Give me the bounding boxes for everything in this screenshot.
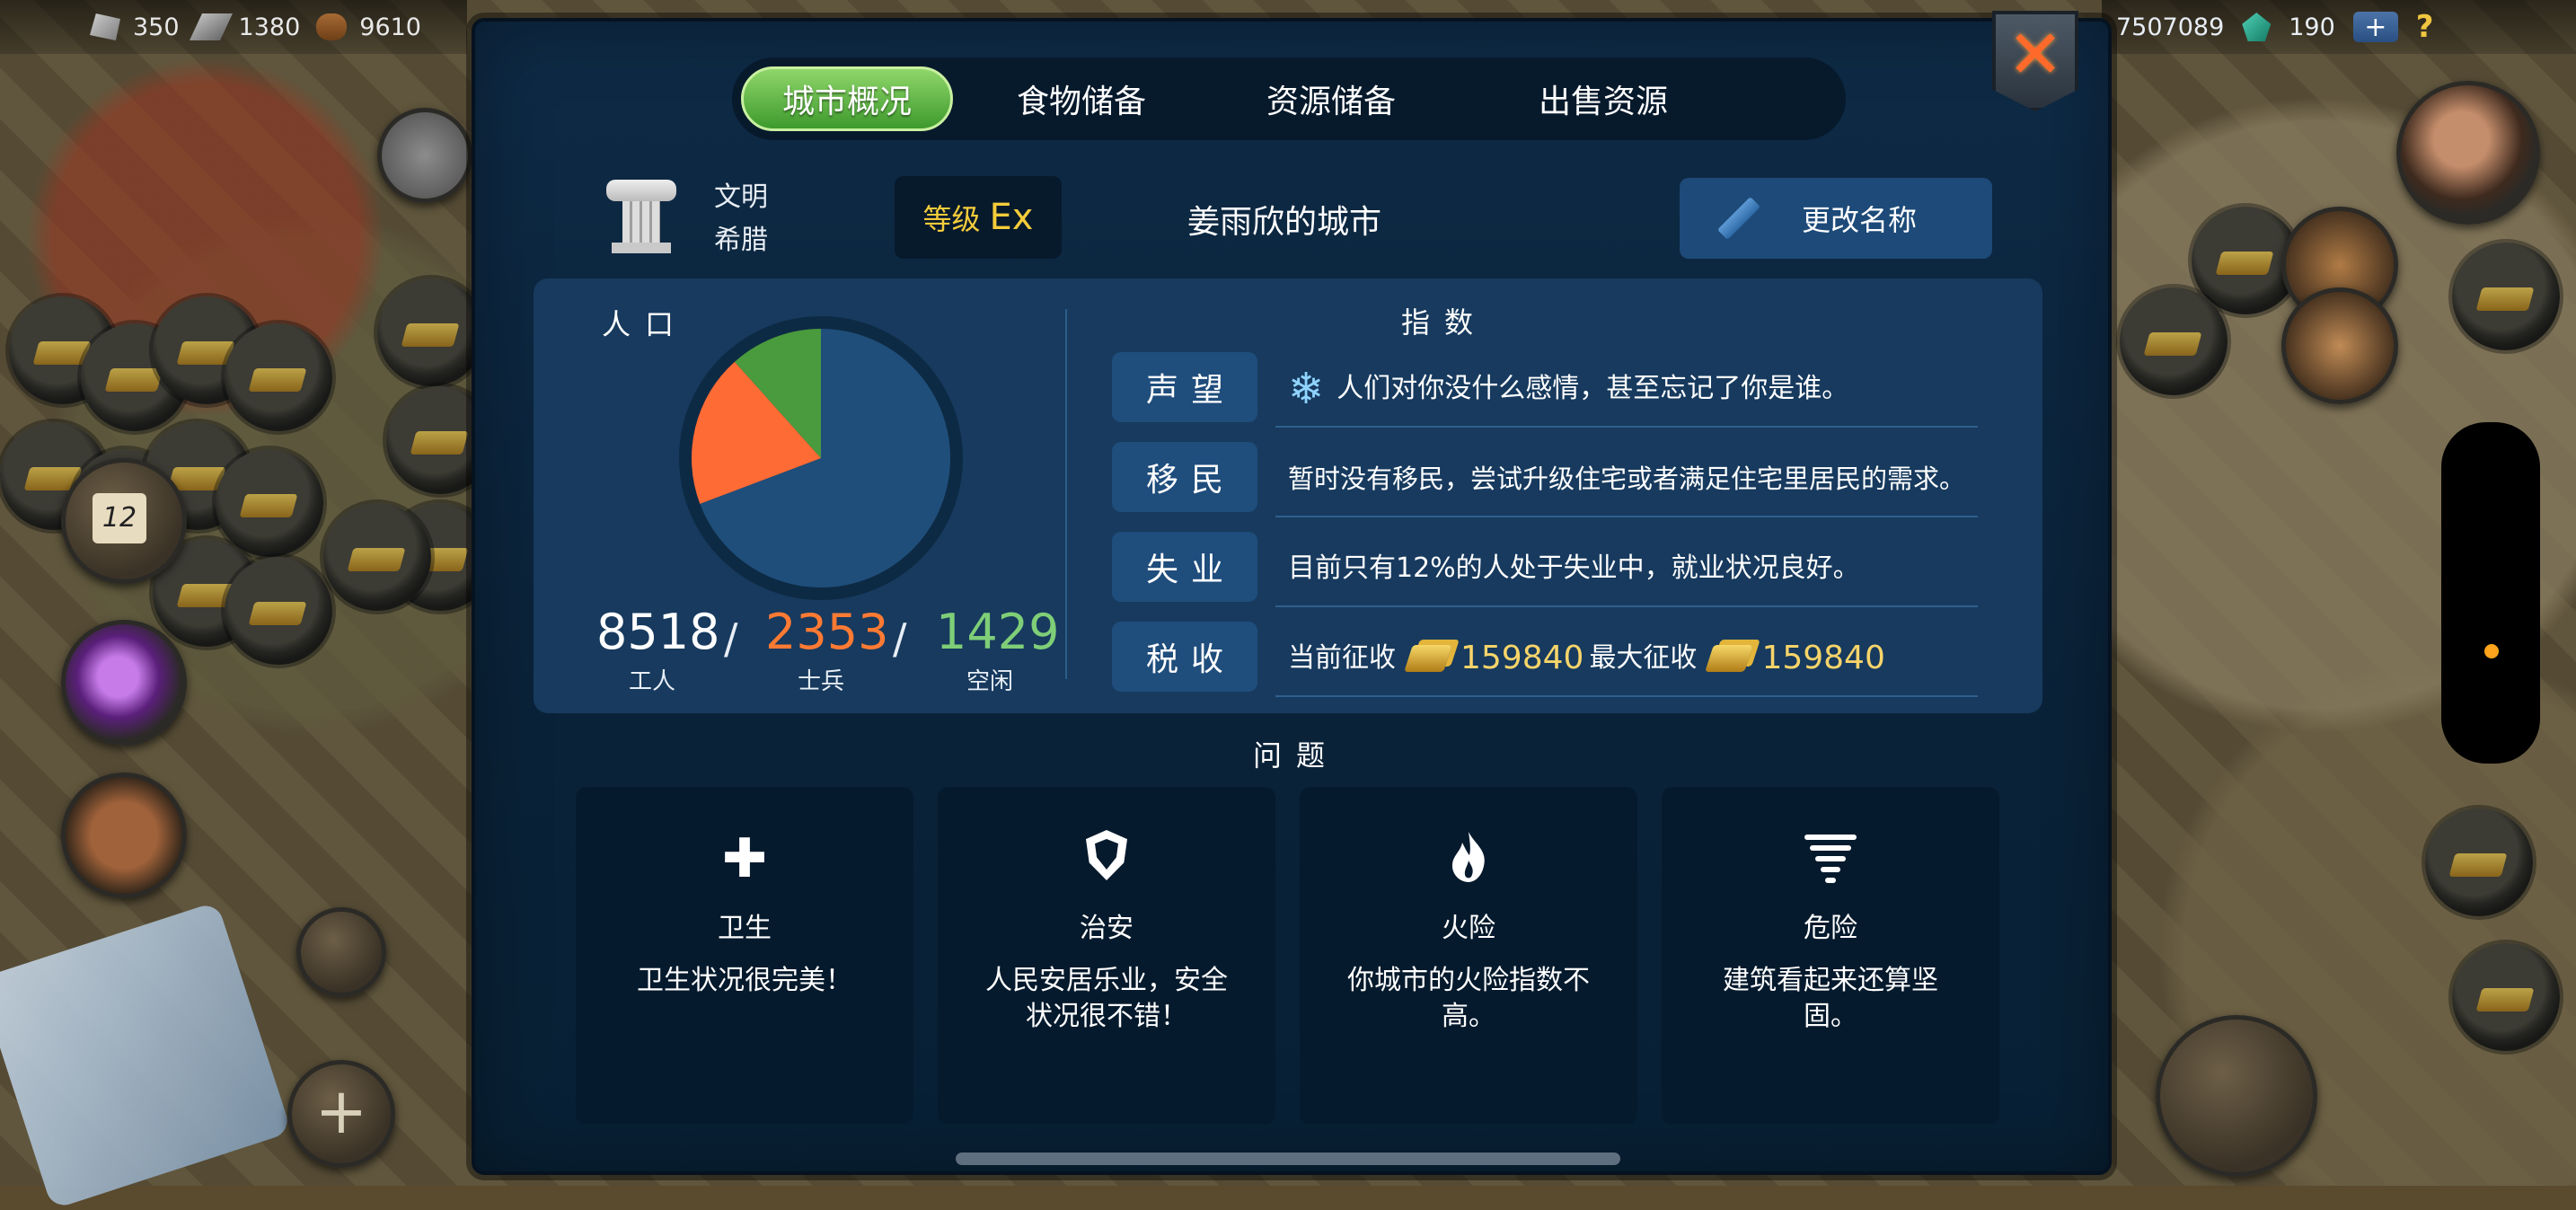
gold-count: 7507089 xyxy=(2116,13,2225,41)
population-pie-chart xyxy=(679,316,963,600)
shield-icon xyxy=(938,830,1275,888)
workers-count: 8518 xyxy=(596,604,720,660)
fire-icon xyxy=(1300,830,1637,888)
rename-label: 更改名称 xyxy=(1802,203,1918,237)
issue-card-sanitation: ✚ 卫生 卫生状况很完美！ xyxy=(576,787,913,1125)
rename-button[interactable]: 更改名称 xyxy=(1680,178,1992,259)
gold-bar-icon xyxy=(1705,645,1754,672)
wood-icon xyxy=(316,13,348,40)
calendar-button[interactable]: 12 xyxy=(61,458,187,584)
iron-resource: 1380 xyxy=(189,13,301,41)
iron-icon xyxy=(189,13,233,40)
close-x-icon: ✕ xyxy=(2007,16,2063,93)
magic-orb-button[interactable] xyxy=(61,620,187,746)
snowflake-icon: ❄ xyxy=(1288,364,1325,414)
index-row-prestige: 声望 ❄ 人们对你没什么感情，甚至忘记了你是谁。 xyxy=(1112,352,1978,428)
gem-count: 190 xyxy=(2289,13,2335,41)
index-key: 移民 xyxy=(1112,442,1257,512)
issue-name: 危险 xyxy=(1804,913,1857,944)
workers-label: 工人 xyxy=(629,668,676,695)
issues-title: 问题 xyxy=(1253,738,1340,773)
separator-slash: / xyxy=(724,614,738,663)
issue-card-danger: 危险 建筑看起来还算坚固。 xyxy=(1662,787,1999,1125)
issue-desc: 你城市的火险指数不高。 xyxy=(1347,965,1590,1032)
civilization-name: 希腊 xyxy=(714,225,768,256)
index-row-tax: 税收 当前征收 159840 最大征收 159840 xyxy=(1112,622,1978,697)
civilization-label: 文明 xyxy=(714,181,768,213)
issue-name: 卫生 xyxy=(718,913,772,944)
greek-column-icon xyxy=(606,180,676,253)
chat-button[interactable] xyxy=(377,108,472,203)
idle-count: 1429 xyxy=(936,604,1060,660)
issue-desc: 建筑看起来还算坚固。 xyxy=(1723,965,1938,1032)
idle-label: 空闲 xyxy=(966,668,1014,695)
tab-city-overview[interactable]: 城市概况 xyxy=(741,66,953,131)
wood-count: 9610 xyxy=(359,13,421,41)
shovel-tool-button[interactable] xyxy=(2156,1015,2317,1177)
index-row-immigration: 移民 暂时没有移民，尝试升级住宅或者满足住宅里居民的需求。 xyxy=(1112,442,1978,517)
civilization-info: 文明 希腊 xyxy=(714,176,768,262)
help-icon[interactable]: ? xyxy=(2416,9,2434,45)
buy-gems-button[interactable]: + xyxy=(2352,12,2398,43)
level-label: 等级 xyxy=(922,202,981,236)
tax-current-label: 当前征收 xyxy=(1288,642,1396,674)
issue-desc: 卫生状况很完美！ xyxy=(637,965,852,996)
indices-title: 指数 xyxy=(1401,305,1488,340)
resource-bar-right: 7507089 190 + ? xyxy=(2102,0,2576,54)
panel-divider xyxy=(1065,309,1067,679)
soldiers-label: 士兵 xyxy=(798,668,845,695)
separator-slash: / xyxy=(893,614,907,663)
stone-icon xyxy=(90,13,120,40)
layers-button[interactable] xyxy=(296,907,386,997)
resource-bar-left: 350 1380 9610 xyxy=(0,0,467,54)
notification-dot xyxy=(2484,644,2499,658)
tab-sell-resources[interactable]: 出售资源 xyxy=(1469,66,1738,131)
pencil-icon xyxy=(1716,196,1761,241)
index-row-unemployment: 失业 目前只有12%的人处于失业中，就业状况良好。 xyxy=(1112,532,1978,607)
cross-icon: ✚ xyxy=(721,827,768,890)
issue-desc: 人民安居乐业，安全状况很不错！ xyxy=(985,965,1228,1032)
inventory-bag-button[interactable] xyxy=(61,773,187,898)
tab-resource-reserve[interactable]: 资源储备 xyxy=(1210,66,1452,131)
population-title: 人口 xyxy=(602,307,689,341)
calendar-day: 12 xyxy=(93,493,146,543)
wood-resource: 9610 xyxy=(316,13,421,41)
index-key: 失业 xyxy=(1112,532,1257,602)
add-building-button[interactable]: + xyxy=(287,1060,395,1168)
index-key: 税收 xyxy=(1112,622,1257,692)
side-notification-panel[interactable] xyxy=(2441,422,2540,764)
level-value: Ex xyxy=(989,197,1034,238)
stone-resource: 350 xyxy=(90,13,180,41)
advisor-avatar[interactable] xyxy=(2396,81,2540,225)
issue-card-fire: 火险 你城市的火险指数不高。 xyxy=(1300,787,1637,1125)
tab-bar: 城市概况 食物储备 资源储备 出售资源 xyxy=(732,57,1846,140)
index-value: ❄ 人们对你没什么感情，甚至忘记了你是谁。 xyxy=(1275,352,1978,428)
tax-max-value: 159840 xyxy=(1761,640,1885,676)
cavalry-unit-button-2[interactable] xyxy=(2281,287,2398,404)
stone-count: 350 xyxy=(133,13,180,41)
index-key: 声望 xyxy=(1112,352,1257,422)
iron-count: 1380 xyxy=(238,13,301,41)
gem-icon xyxy=(2242,13,2272,41)
pie-svg xyxy=(692,329,950,587)
tab-food-reserve[interactable]: 食物储备 xyxy=(969,66,1194,131)
level-badge: 等级 Ex xyxy=(895,176,1062,259)
issue-name: 火险 xyxy=(1442,913,1495,944)
index-value: 目前只有12%的人处于失业中，就业状况良好。 xyxy=(1275,532,1978,607)
city-name: 姜雨欣的城市 xyxy=(1187,204,1382,241)
dialog-scrollbar[interactable] xyxy=(956,1153,1620,1165)
population-numbers: 8518 工人 / 2353 士兵 / 1429 空闲 xyxy=(593,604,1060,695)
index-value: 暂时没有移民，尝试升级住宅或者满足住宅里居民的需求。 xyxy=(1275,442,1978,517)
index-value: 当前征收 159840 最大征收 159840 xyxy=(1275,622,1978,697)
tax-max-label: 最大征收 xyxy=(1589,642,1698,674)
tax-current-value: 159840 xyxy=(1460,640,1584,676)
issue-name: 治安 xyxy=(1080,913,1134,944)
soldiers-count: 2353 xyxy=(765,604,889,660)
tornado-icon xyxy=(1662,830,1999,888)
gold-bar-icon xyxy=(1404,645,1452,672)
issue-card-security: 治安 人民安居乐业，安全状况很不错！ xyxy=(938,787,1275,1125)
